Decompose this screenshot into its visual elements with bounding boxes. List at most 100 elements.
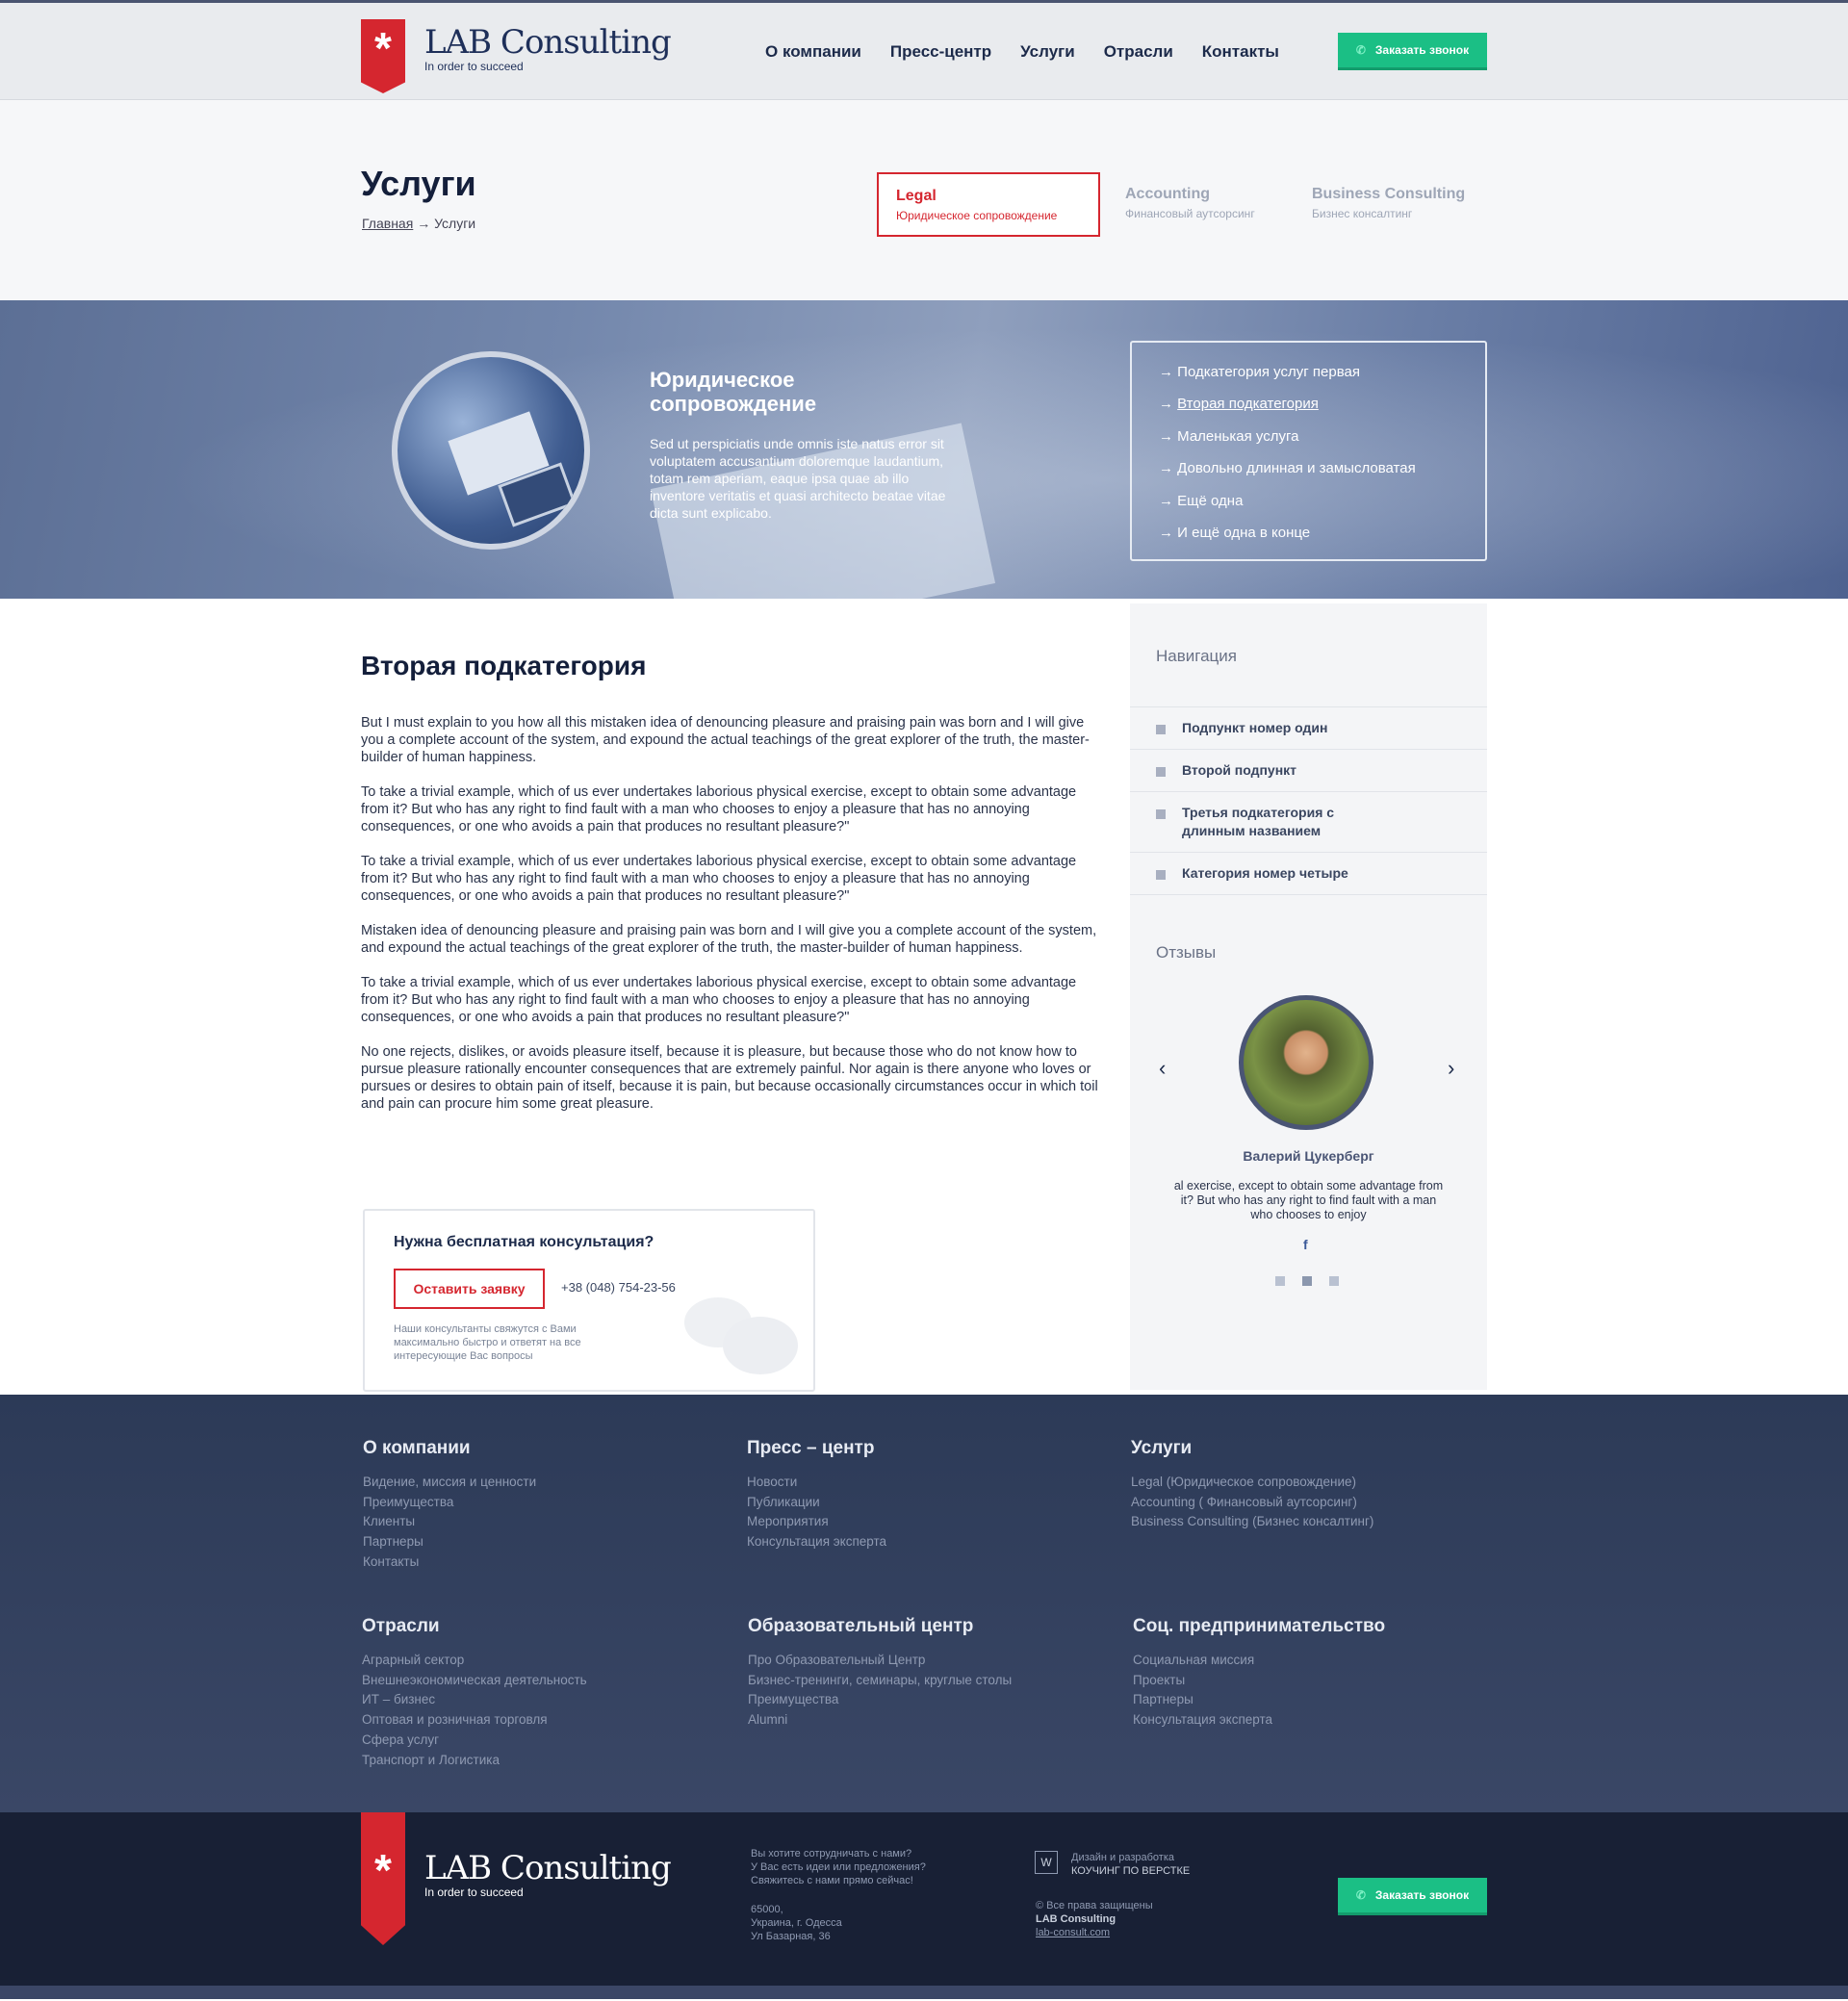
footer-link[interactable]: Аграрный сектор: [362, 1651, 587, 1671]
footer-link[interactable]: Партнеры: [363, 1532, 536, 1552]
footer-bottom: * LAB Consulting In order to succeed Вы …: [0, 1812, 1848, 1986]
footer-link[interactable]: Business Consulting (Бизнес консалтинг): [1131, 1512, 1373, 1532]
logo-name: LAB Consulting: [424, 23, 672, 62]
order-call-button-footer[interactable]: ✆ Заказать звонок: [1338, 1878, 1487, 1915]
copyright: © Все права защищены LAB Consulting lab-…: [1036, 1900, 1153, 1939]
subcategory-link[interactable]: → Ещё одна: [1159, 485, 1485, 517]
footer-heading: Услуги: [1131, 1438, 1193, 1458]
footer-col-education: Образовательный центр Про Образовательны…: [748, 1616, 1012, 1731]
hero-text: Sed ut perspiciatis unde omnis iste natu…: [650, 436, 946, 521]
footer-heading: Отрасли: [362, 1616, 440, 1636]
footer-link[interactable]: Legal (Юридическое сопровождение): [1131, 1473, 1373, 1493]
footer-link[interactable]: Партнеры: [1133, 1690, 1385, 1710]
hero-photo: [392, 351, 590, 550]
developer-credit: Дизайн и разработка КОУЧИНГ ПО ВЕРСТКЕ: [1071, 1852, 1191, 1877]
footer-link[interactable]: Accounting ( Финансовый аутсорсинг): [1131, 1493, 1373, 1513]
footer-link[interactable]: Сфера услуг: [362, 1731, 587, 1751]
logo-asterisk-icon: *: [361, 1812, 405, 1945]
subcategory-link[interactable]: → И ещё одна в конце: [1159, 517, 1485, 549]
footer-link[interactable]: Проекты: [1133, 1671, 1385, 1691]
chevron-right-icon[interactable]: ›: [1448, 1056, 1454, 1081]
footer-link[interactable]: Публикации: [747, 1493, 886, 1513]
footer-link[interactable]: Консультация эксперта: [1133, 1710, 1385, 1731]
article-paragraph: No one rejects, dislikes, or avoids plea…: [361, 1044, 1098, 1112]
footer-logo[interactable]: * LAB Consulting In order to succeed: [361, 1812, 672, 1945]
footer-link[interactable]: Преимущества: [363, 1493, 536, 1513]
service-tab-accounting[interactable]: Accounting Финансовый аутсорсинг: [1108, 172, 1281, 237]
nav-industries[interactable]: Отрасли: [1104, 42, 1173, 62]
sidebar-item[interactable]: Второй подпункт: [1130, 749, 1487, 791]
service-tab-business-consulting[interactable]: Business Consulting Бизнес консалтинг: [1295, 172, 1487, 237]
article-paragraph: But I must explain to you how all this m…: [361, 715, 1090, 765]
article-paragraph: Mistaken idea of denouncing pleasure and…: [361, 923, 1097, 956]
footer-col-services: Услуги Legal (Юридическое сопровождение)…: [1131, 1438, 1373, 1532]
logo-asterisk-icon: *: [361, 19, 405, 93]
footer-col-industries: Отрасли Аграрный сектор Внешнеэкономичес…: [362, 1616, 587, 1770]
footer-link[interactable]: Социальная миссия: [1133, 1651, 1385, 1671]
consultation-note: Наши консультанты свяжутся с Вами максим…: [394, 1323, 581, 1362]
pagination-dot-active[interactable]: [1302, 1276, 1312, 1286]
site-link[interactable]: lab-consult.com: [1036, 1926, 1153, 1939]
pagination-dot[interactable]: [1275, 1276, 1285, 1286]
service-tab-subtitle: Финансовый аутсорсинг: [1125, 207, 1255, 220]
pagination-dot[interactable]: [1329, 1276, 1339, 1286]
subcategory-link[interactable]: → Подкатегория услуг первая: [1159, 356, 1485, 388]
footer-link[interactable]: Консультация эксперта: [747, 1532, 886, 1552]
logo-name: LAB Consulting: [424, 1849, 672, 1887]
footer-link[interactable]: Мероприятия: [747, 1512, 886, 1532]
review-pagination: [1275, 1276, 1339, 1286]
cooperate-text: Вы хотите сотрудничать с нами? У Вас ест…: [751, 1848, 926, 1886]
logo[interactable]: * LAB Consulting In order to succeed: [361, 19, 672, 93]
main-content: Вторая подкатегория But I must explain t…: [361, 599, 1487, 1395]
subcategory-link[interactable]: → Довольно длинная и замысловатая: [1159, 452, 1485, 484]
consultation-phone[interactable]: +38 (048) 754-23-56: [561, 1280, 676, 1295]
footer-link[interactable]: Клиенты: [363, 1512, 536, 1532]
footer-link[interactable]: Оптовая и розничная торговля: [362, 1710, 587, 1731]
service-tab-subtitle: Юридическое сопровождение: [896, 209, 1058, 222]
breadcrumb: Главная → Услуги: [362, 216, 475, 231]
footer-col-about: О компании Видение, миссия и ценности Пр…: [363, 1438, 536, 1573]
leave-request-button[interactable]: Оставить заявку: [394, 1269, 545, 1309]
phone-icon: ✆: [1355, 43, 1366, 57]
developer-logo[interactable]: W: [1035, 1851, 1058, 1874]
chevron-left-icon[interactable]: ‹: [1159, 1056, 1166, 1081]
service-tab-title: Legal: [896, 188, 937, 204]
service-tab-subtitle: Бизнес консалтинг: [1312, 207, 1413, 220]
article-paragraph: To take a trivial example, which of us e…: [361, 975, 1077, 1025]
footer-link[interactable]: Alumni: [748, 1710, 1012, 1731]
logo-tagline: In order to succeed: [424, 1886, 524, 1899]
nav-services[interactable]: Услуги: [1020, 42, 1075, 62]
breadcrumb-home[interactable]: Главная: [362, 216, 413, 231]
sidebar-item[interactable]: Категория номер четыре: [1130, 852, 1487, 895]
sidebar: Навигация Подпункт номер один Второй под…: [1130, 603, 1487, 1390]
hero-title: Юридическое сопровождение: [650, 368, 817, 416]
footer-link[interactable]: Бизнес-тренинги, семинары, круглые столы: [748, 1671, 1012, 1691]
footer-link[interactable]: Про Образовательный Центр: [748, 1651, 1012, 1671]
article-paragraph: To take a trivial example, which of us e…: [361, 784, 1077, 834]
facebook-icon[interactable]: f: [1303, 1237, 1308, 1252]
sidebar-item[interactable]: Подпункт номер один: [1130, 706, 1487, 749]
footer-heading: Образовательный центр: [748, 1616, 974, 1636]
subcategory-link[interactable]: → Маленькая услуга: [1159, 421, 1485, 452]
subcategory-link-current[interactable]: → Вторая подкатегория: [1159, 388, 1485, 420]
hero-banner: Юридическое сопровождение Sed ut perspici…: [0, 300, 1848, 599]
order-call-label: Заказать звонок: [1374, 1888, 1470, 1902]
footer-link[interactable]: Контакты: [363, 1552, 536, 1573]
nav-press[interactable]: Пресс-центр: [890, 42, 991, 62]
footer-link[interactable]: Новости: [747, 1473, 886, 1493]
nav-contacts[interactable]: Контакты: [1202, 42, 1279, 62]
footer-link[interactable]: Преимущества: [748, 1690, 1012, 1710]
footer-link[interactable]: ИТ – бизнес: [362, 1690, 587, 1710]
order-call-button[interactable]: ✆ Заказать звонок: [1338, 33, 1487, 70]
service-tab-legal[interactable]: Legal Юридическое сопровождение: [877, 172, 1100, 237]
reviewer-name: Валерий Цукерберг: [1243, 1148, 1374, 1164]
sidebar-nav: Подпункт номер один Второй подпункт Трет…: [1130, 706, 1487, 895]
footer-link[interactable]: Транспорт и Логистика: [362, 1751, 587, 1771]
nav-about[interactable]: О компании: [765, 42, 861, 62]
consultation-box: Нужна бесплатная консультация? Оставить …: [363, 1209, 815, 1392]
sidebar-item[interactable]: Третья подкатегория с длинным названием: [1130, 791, 1487, 852]
order-call-label: Заказать звонок: [1374, 43, 1470, 57]
footer-heading: Соц. предпринимательство: [1133, 1616, 1386, 1636]
footer-link[interactable]: Внешнеэкономическая деятельность: [362, 1671, 587, 1691]
footer-link[interactable]: Видение, миссия и ценности: [363, 1473, 536, 1493]
